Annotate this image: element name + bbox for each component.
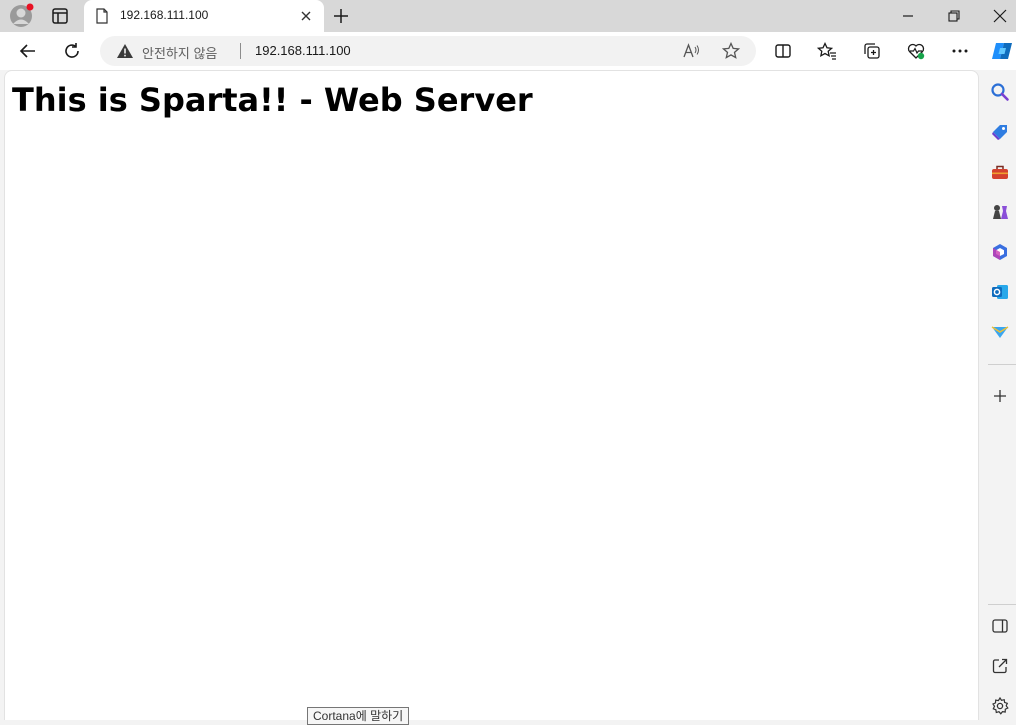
page-heading: This is Sparta!! - Web Server — [12, 81, 533, 119]
drop-send-icon[interactable] — [990, 322, 1010, 342]
microsoft-365-icon[interactable] — [990, 242, 1010, 262]
tab-actions-icon[interactable] — [48, 6, 72, 26]
shopping-tag-icon[interactable] — [990, 122, 1010, 142]
warning-triangle-icon[interactable] — [116, 43, 134, 59]
edge-sidebar — [982, 70, 1016, 720]
more-options-icon[interactable] — [950, 41, 970, 61]
address-divider — [240, 43, 241, 59]
new-tab-icon[interactable] — [330, 6, 352, 26]
url-text[interactable]: 192.168.111.100 — [255, 43, 351, 58]
external-link-icon[interactable] — [990, 656, 1010, 676]
active-tab[interactable]: 192.168.111.100 — [84, 0, 324, 32]
restore-icon[interactable] — [944, 6, 964, 26]
tools-toolbox-icon[interactable] — [990, 162, 1010, 182]
settings-gear-icon[interactable] — [990, 696, 1010, 716]
sidebar-divider — [988, 364, 1016, 365]
title-bar: 192.168.111.100 — [0, 0, 1016, 32]
refresh-icon[interactable] — [62, 41, 82, 61]
sidebar-divider — [988, 604, 1016, 605]
back-arrow-icon[interactable] — [18, 41, 38, 61]
search-icon[interactable] — [990, 82, 1010, 102]
tab-title: 192.168.111.100 — [120, 8, 209, 22]
games-chess-icon[interactable] — [990, 202, 1010, 222]
close-tab-icon[interactable] — [298, 8, 314, 24]
page-content: This is Sparta!! - Web Server — [4, 70, 979, 720]
hide-sidebar-icon[interactable] — [990, 616, 1010, 636]
collections-icon[interactable] — [862, 41, 882, 61]
profile-avatar-icon[interactable] — [7, 3, 35, 29]
close-window-icon[interactable] — [990, 6, 1010, 26]
favorites-icon[interactable] — [816, 41, 837, 61]
add-icon[interactable] — [990, 386, 1010, 406]
page-icon — [94, 8, 110, 24]
not-secure-label[interactable]: 안전하지 않음 — [142, 43, 217, 62]
minimize-icon[interactable] — [898, 6, 918, 26]
navigation-toolbar: 안전하지 않음 192.168.111.100 — [0, 32, 1016, 70]
address-bar[interactable]: 안전하지 않음 192.168.111.100 — [100, 36, 756, 66]
split-screen-icon[interactable] — [773, 41, 793, 61]
browser-essentials-icon[interactable] — [906, 41, 926, 61]
copilot-icon[interactable] — [991, 40, 1013, 62]
read-aloud-icon[interactable] — [682, 43, 700, 59]
cortana-tooltip: Cortana에 말하기 — [307, 707, 410, 725]
favorite-star-icon[interactable] — [721, 41, 741, 60]
outlook-icon[interactable] — [990, 282, 1010, 302]
